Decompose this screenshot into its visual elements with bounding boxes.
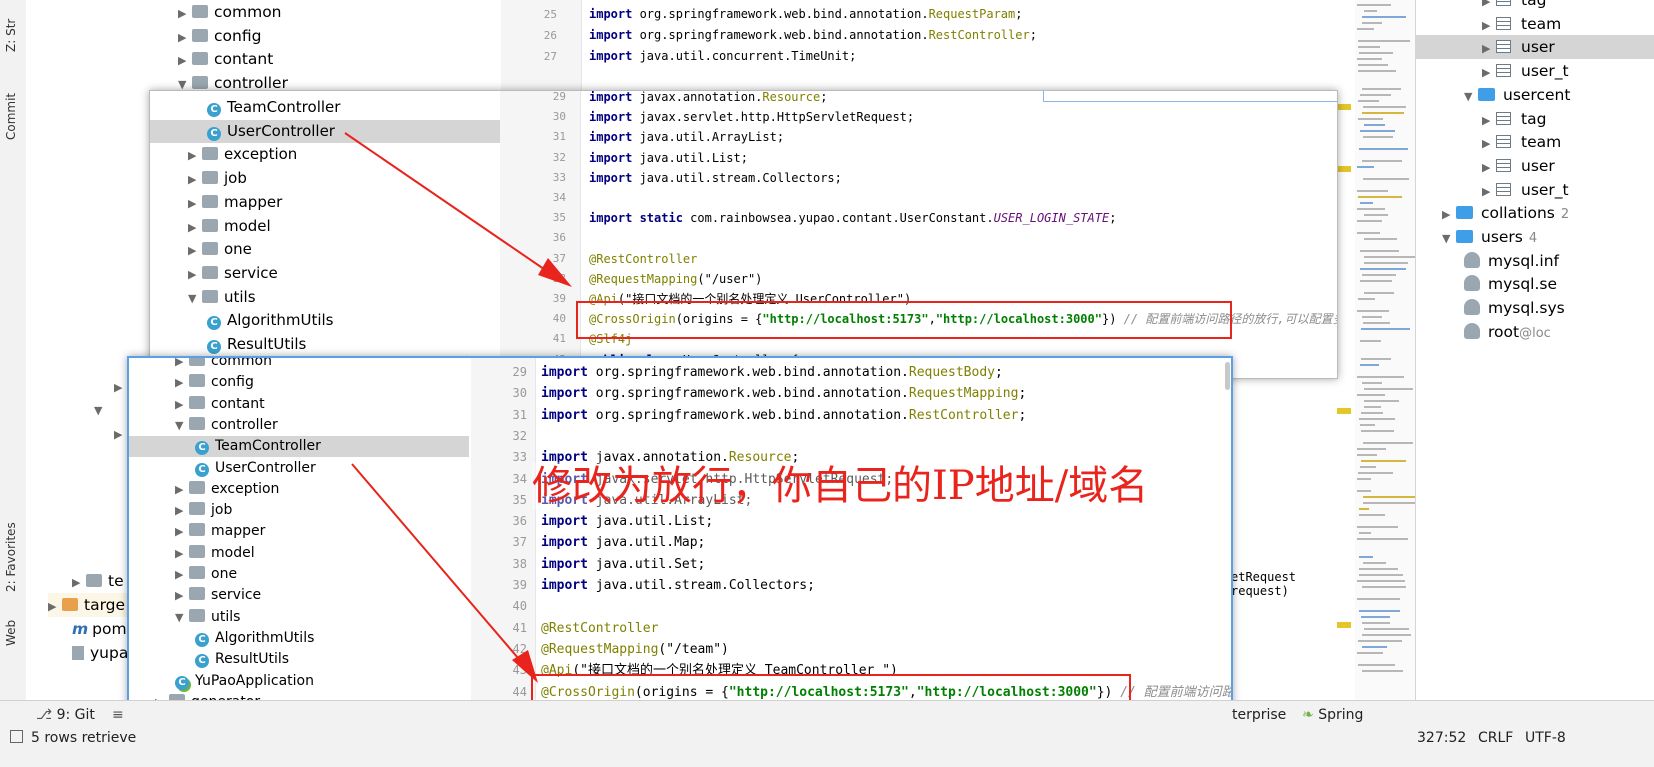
status-bar: ⎇ 9: Git ≡ 5 rows retrieve terprise ❧ Sp… — [0, 700, 1654, 767]
red-arrows — [344, 132, 572, 683]
checkbox-icon — [10, 730, 23, 743]
caret-position[interactable]: 327:52 — [1417, 730, 1466, 746]
file-encoding[interactable]: UTF-8 — [1525, 730, 1566, 746]
spring-tab-label: Spring — [1318, 707, 1364, 723]
line-separator[interactable]: CRLF — [1478, 730, 1513, 746]
annotation-text: 修改为放行，你自己的IP地址/域名 — [532, 462, 1149, 510]
enterprise-tab[interactable]: terprise — [1232, 707, 1286, 723]
status-message-text: 5 rows retrieve — [31, 730, 137, 746]
git-tool-tab[interactable]: ⎇ 9: Git — [36, 707, 95, 723]
git-tab-label: 9: Git — [56, 707, 95, 723]
arrow-head-user — [538, 258, 572, 287]
arrow-to-user-crossorigin — [344, 132, 561, 281]
git-branch-icon: ⎇ — [36, 707, 57, 723]
spring-tab[interactable]: ❧ Spring — [1302, 707, 1363, 723]
status-message: 5 rows retrieve — [10, 730, 136, 746]
arrow-to-team-crossorigin — [351, 463, 531, 673]
list-icon[interactable]: ≡ — [112, 707, 124, 723]
spring-leaf-icon: ❧ — [1302, 707, 1319, 723]
